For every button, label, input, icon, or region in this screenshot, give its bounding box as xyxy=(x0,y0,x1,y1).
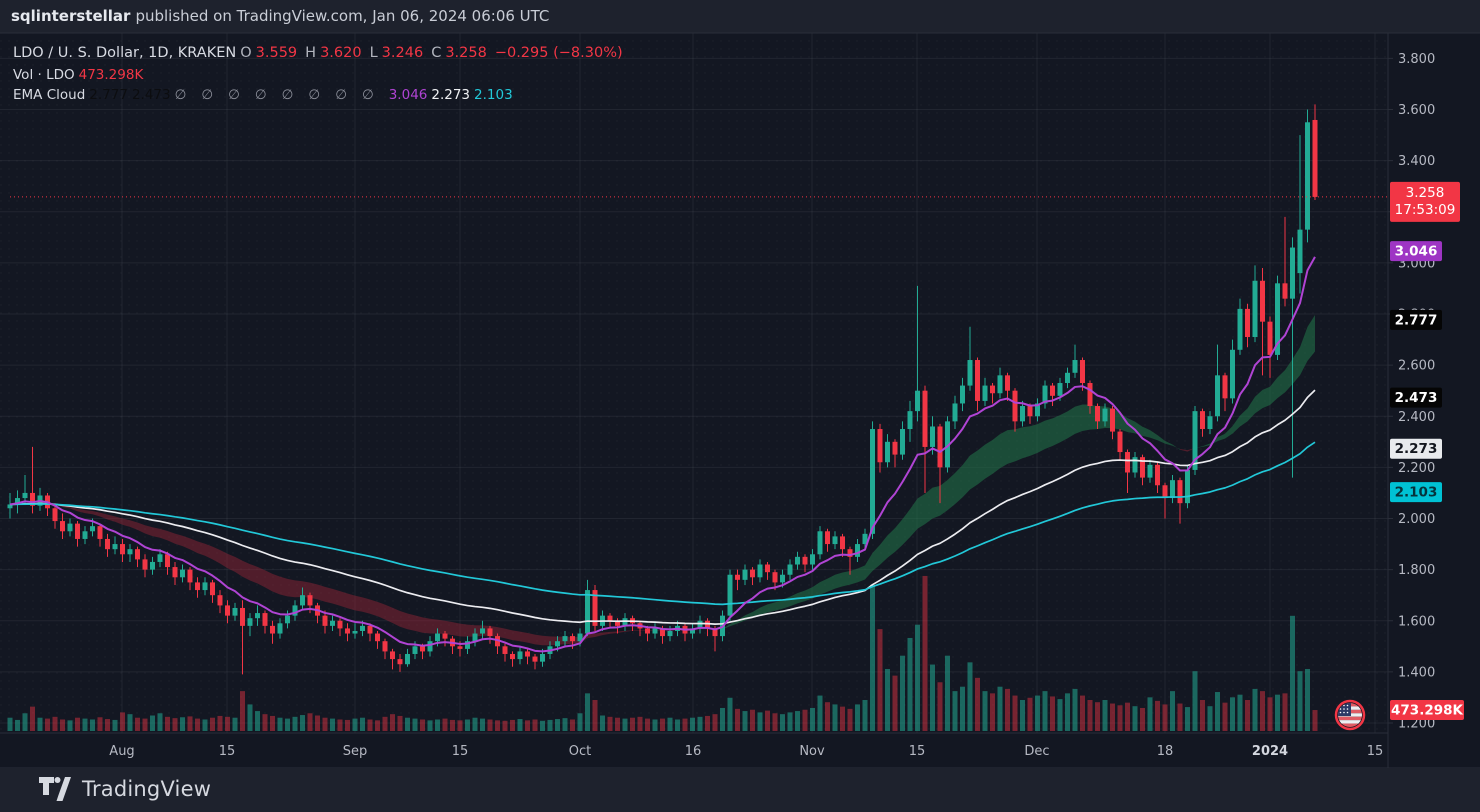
ohlc-values: O3.559H3.620 L3.246C3.258−0.295 (−8.30%) xyxy=(240,45,626,61)
null-symbol: ∅ xyxy=(282,87,294,103)
axis-badge-ema-cyan: 2.103 xyxy=(1390,482,1442,502)
time-axis-label: Aug xyxy=(109,744,134,759)
null-symbol: ∅ xyxy=(228,87,240,103)
ema-value-token: 2.273 xyxy=(431,87,470,103)
axis-badge-last-price: 3.25817:53:09 xyxy=(1390,182,1460,222)
time-axis-label: Nov xyxy=(799,744,825,759)
time-axis-label: Sep xyxy=(343,744,368,759)
axis-badge-ema-white: 2.273 xyxy=(1390,439,1442,459)
price-axis-label: 3.600 xyxy=(1398,103,1435,118)
ema-cloud-label: EMA Cloud xyxy=(13,87,85,103)
null-symbol: ∅ xyxy=(175,87,187,103)
ema-cloud-values: 2.7772.473∅∅∅∅∅∅∅∅3.0462.2732.103 xyxy=(89,87,516,103)
symbol-title: LDO / U. S. Dollar, 1D, KRAKEN xyxy=(13,45,236,61)
volume-value: 473.298K xyxy=(79,67,144,83)
ohlc-token: H3.620 xyxy=(305,45,365,61)
time-axis-label: Dec xyxy=(1024,744,1049,759)
ohlc-token: C3.258 xyxy=(431,45,491,61)
price-axis-label: 2.400 xyxy=(1398,410,1435,425)
ema-cloud-legend-row[interactable]: EMA Cloud2.7772.473∅∅∅∅∅∅∅∅3.0462.2732.1… xyxy=(13,87,521,103)
price-axis-label: 3.400 xyxy=(1398,154,1435,169)
price-axis-label: 1.800 xyxy=(1398,563,1435,578)
volume-label: Vol · LDO xyxy=(13,67,75,83)
time-axis-label: Oct xyxy=(569,744,591,759)
svg-text:2.273: 2.273 xyxy=(1395,441,1438,457)
null-symbol: ∅ xyxy=(308,87,320,103)
price-axis-label: 1.400 xyxy=(1398,665,1435,680)
us-flag-icon xyxy=(1336,701,1364,729)
null-symbol: ∅ xyxy=(362,87,374,103)
null-symbol: ∅ xyxy=(255,87,267,103)
svg-text:17:53:09: 17:53:09 xyxy=(1395,202,1456,218)
price-axis-label: 2.600 xyxy=(1398,359,1435,374)
footer-bar: TradingView xyxy=(0,768,1480,812)
time-axis-label: 15 xyxy=(452,744,469,759)
ema-value-token: 2.103 xyxy=(474,87,513,103)
ohlc-token: L3.246 xyxy=(370,45,428,61)
svg-text:2.103: 2.103 xyxy=(1395,485,1438,501)
axis-badge-volume: 473.298K xyxy=(1390,700,1464,720)
tradingview-logo[interactable]: TradingView xyxy=(38,776,211,802)
null-symbol: ∅ xyxy=(335,87,347,103)
tradingview-logo-text: TradingView xyxy=(82,777,211,801)
price-chart-pane[interactable]: 3.8003.6003.4003.2003.0002.8002.6002.400… xyxy=(0,0,1480,812)
price-axis-label: 3.800 xyxy=(1398,52,1435,67)
time-axis-label: 15 xyxy=(1367,744,1384,759)
svg-text:473.298K: 473.298K xyxy=(1391,703,1463,719)
axis-badge-ema-purple: 3.046 xyxy=(1390,241,1442,261)
time-axis-label: 16 xyxy=(685,744,702,759)
ema-value-token: 2.777 xyxy=(89,87,128,103)
svg-text:2.473: 2.473 xyxy=(1395,390,1438,406)
price-axis-label: 1.600 xyxy=(1398,614,1435,629)
time-axis-label: 2024 xyxy=(1252,744,1288,759)
svg-text:3.046: 3.046 xyxy=(1395,244,1438,260)
ema-value-token: 3.046 xyxy=(389,87,428,103)
axis-badge-ema-cloud-bottom: 2.473 xyxy=(1390,388,1442,408)
time-axis-label: 18 xyxy=(1157,744,1174,759)
time-axis-label: 15 xyxy=(219,744,236,759)
change-value: −0.295 (−8.30%) xyxy=(495,45,623,61)
symbol-legend-row[interactable]: LDO / U. S. Dollar, 1D, KRAKENO3.559H3.6… xyxy=(13,45,631,61)
time-axis-label: 15 xyxy=(909,744,926,759)
axis-badge-ema-cloud-top: 2.777 xyxy=(1390,310,1442,330)
tradingview-logo-icon xyxy=(38,776,72,802)
svg-text:2.777: 2.777 xyxy=(1395,312,1438,328)
svg-text:3.258: 3.258 xyxy=(1406,185,1445,201)
ohlc-token: O3.559 xyxy=(240,45,301,61)
ema-value-token: 2.473 xyxy=(132,87,171,103)
price-axis-label: 2.000 xyxy=(1398,512,1435,527)
price-axis-label: 2.200 xyxy=(1398,461,1435,476)
tradingview-snapshot: { "header": { "author": "sqlinterstellar… xyxy=(0,0,1480,812)
volume-legend-row[interactable]: Vol · LDO473.298K xyxy=(13,67,147,83)
null-symbol: ∅ xyxy=(201,87,213,103)
